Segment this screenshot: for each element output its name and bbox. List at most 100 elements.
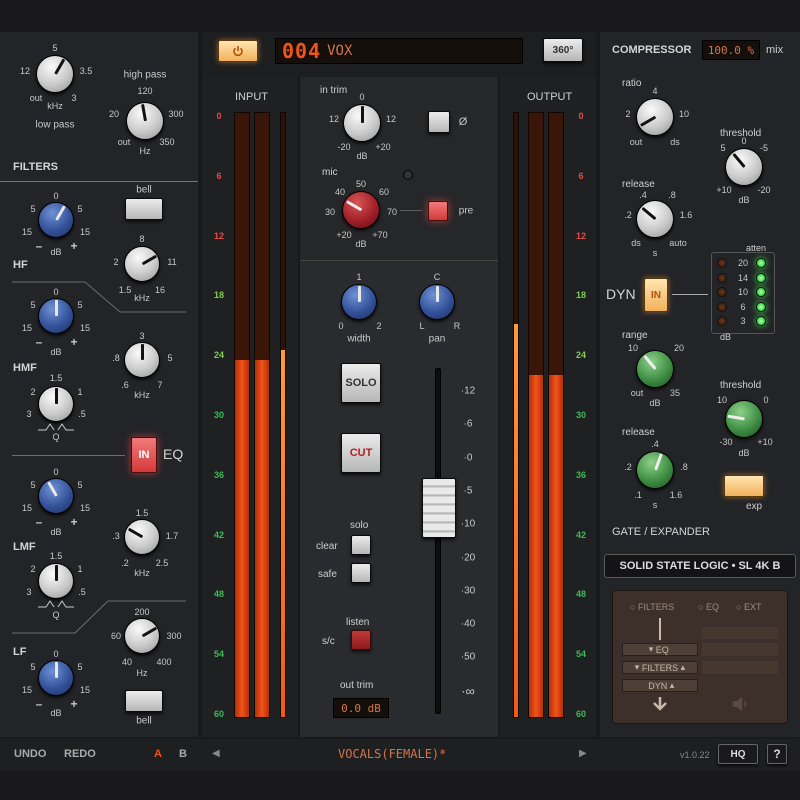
range-unit: dB <box>649 398 661 408</box>
lf-label: LF <box>13 646 27 658</box>
preset-next-icon[interactable]: ▶ <box>579 748 587 759</box>
eq-label: EQ <box>163 446 184 462</box>
mic-gain-knob[interactable] <box>342 191 380 229</box>
lf-gain-tick: 15 <box>21 685 33 695</box>
high-pass-unit: Hz <box>139 146 151 156</box>
sc-label: s/c <box>322 636 335 647</box>
lf-gain-knob[interactable] <box>38 660 74 696</box>
listen-sc-button[interactable] <box>351 630 371 650</box>
lmf-freq-tick: 1.7 <box>165 531 179 541</box>
preset-prev-icon[interactable]: ◀ <box>212 748 220 759</box>
routing-eq-option[interactable]: ○ EQ <box>698 602 719 612</box>
gate-release-tick: .8 <box>680 462 688 472</box>
hf-bell-button[interactable] <box>125 198 163 220</box>
preset-display[interactable]: 004 VOX <box>275 38 523 64</box>
gate-threshold-label: threshold <box>720 380 762 391</box>
ab-a-button[interactable]: A <box>154 748 162 760</box>
mic-tick: +20 <box>336 230 352 240</box>
eq-in-button[interactable]: IN <box>131 437 157 473</box>
exp-button[interactable] <box>724 475 764 497</box>
lmf-freq-tick: 2.5 <box>155 558 169 568</box>
range-knob[interactable] <box>636 350 674 388</box>
meter-scale-tick: 60 <box>213 709 225 719</box>
lf-bell-label: bell <box>136 715 152 727</box>
atten-led-left <box>717 287 727 297</box>
hmf-freq-knob[interactable] <box>124 342 160 378</box>
input-peak-fill <box>281 349 285 717</box>
hf-bell-label: bell <box>136 184 152 196</box>
atten-value: 3 <box>740 316 746 326</box>
preset-title[interactable]: VOCALS(FEMALE)* <box>338 747 446 761</box>
mic-led <box>403 170 413 180</box>
atten-value: 20 <box>737 258 749 268</box>
hf-freq-tick: 8 <box>139 234 145 244</box>
hmf-q-knob[interactable] <box>38 386 74 422</box>
comp-threshold-knob[interactable] <box>725 148 763 186</box>
in-trim-knob[interactable] <box>343 104 381 142</box>
comp-release-knob[interactable] <box>636 200 674 238</box>
routing-ext-option[interactable]: ○ EXT <box>736 602 761 612</box>
output-peak-meter <box>513 112 519 718</box>
meter-scale-tick: 6 <box>578 170 584 181</box>
dyn-in-button[interactable]: IN <box>644 278 668 312</box>
atten-value: 6 <box>740 301 746 312</box>
power-button[interactable] <box>218 40 258 62</box>
solo-safe-button[interactable] <box>351 563 371 583</box>
input-meter-left-fill <box>235 359 249 717</box>
meter-scale-tick: 54 <box>575 649 587 660</box>
atten-led-left <box>717 258 727 268</box>
mix-display[interactable]: 100.0 % <box>702 40 760 60</box>
hmf-minus-sign: – <box>35 335 43 349</box>
pre-button[interactable] <box>428 201 448 221</box>
ab-b-button[interactable]: B <box>179 748 187 760</box>
solo-clear-button[interactable] <box>351 535 371 555</box>
lmf-gain-knob[interactable] <box>38 478 74 514</box>
routing-slot-1-label: EQ <box>655 644 669 655</box>
meter-scale-tick: 30 <box>575 410 587 420</box>
in-trim-unit: dB <box>356 151 368 161</box>
help-button[interactable]: ? <box>767 744 787 764</box>
lf-freq-knob[interactable] <box>124 618 160 654</box>
hmf-q-curve-icon <box>38 423 74 431</box>
hmf-gain-knob[interactable] <box>38 298 74 334</box>
meter-scale-tick: 24 <box>575 350 587 361</box>
routing-filters-option[interactable]: ○ FILTERS <box>630 602 674 612</box>
lf-bell-button[interactable] <box>125 690 163 712</box>
lmf-freq-knob[interactable] <box>124 519 160 555</box>
atten-led-left <box>717 316 727 326</box>
high-pass-tick: 300 <box>168 109 184 119</box>
cut-button[interactable]: CUT <box>341 433 381 473</box>
hq-button[interactable]: HQ <box>718 744 758 764</box>
gate-release-knob[interactable] <box>636 451 674 489</box>
routing-ext-slot-1 <box>702 627 778 639</box>
filters-title: FILTERS <box>13 161 59 173</box>
range-tick: 35 <box>669 388 681 398</box>
ratio-knob[interactable] <box>636 98 674 136</box>
routing-slot-2[interactable]: ▾ FILTERS ▴ <box>622 661 698 674</box>
fader-scale-tick: ·6 <box>463 418 473 430</box>
routing-slot-1[interactable]: ▾ EQ <box>622 643 698 656</box>
routing-slot-3[interactable]: DYN ▴ <box>622 679 698 692</box>
fader-cap[interactable] <box>422 477 456 538</box>
width-knob[interactable] <box>341 284 377 320</box>
hf-gain-knob[interactable] <box>38 202 74 238</box>
out-trim-display[interactable]: 0.0 dB <box>333 698 389 718</box>
high-pass-knob[interactable] <box>126 102 164 140</box>
undo-button[interactable]: UNDO <box>14 748 46 760</box>
low-pass-unit: kHz <box>47 101 63 111</box>
fader-track <box>435 368 441 714</box>
solo-button[interactable]: SOLO <box>341 363 381 403</box>
pan-knob[interactable] <box>419 284 455 320</box>
mic-pre-line <box>400 210 422 211</box>
low-pass-knob[interactable] <box>36 55 74 93</box>
input-meter-left <box>234 112 250 718</box>
input-meter-label: INPUT <box>235 91 268 103</box>
phase-button[interactable] <box>428 111 450 133</box>
lmf-q-knob[interactable] <box>38 563 74 599</box>
view-360-button[interactable]: 360° <box>543 38 583 62</box>
atten-led-left <box>717 301 727 312</box>
hmf-q-tick: 1 <box>77 387 83 397</box>
eq-divider-left <box>12 455 125 456</box>
redo-button[interactable]: REDO <box>64 748 96 760</box>
gate-threshold-knob[interactable] <box>725 400 763 438</box>
